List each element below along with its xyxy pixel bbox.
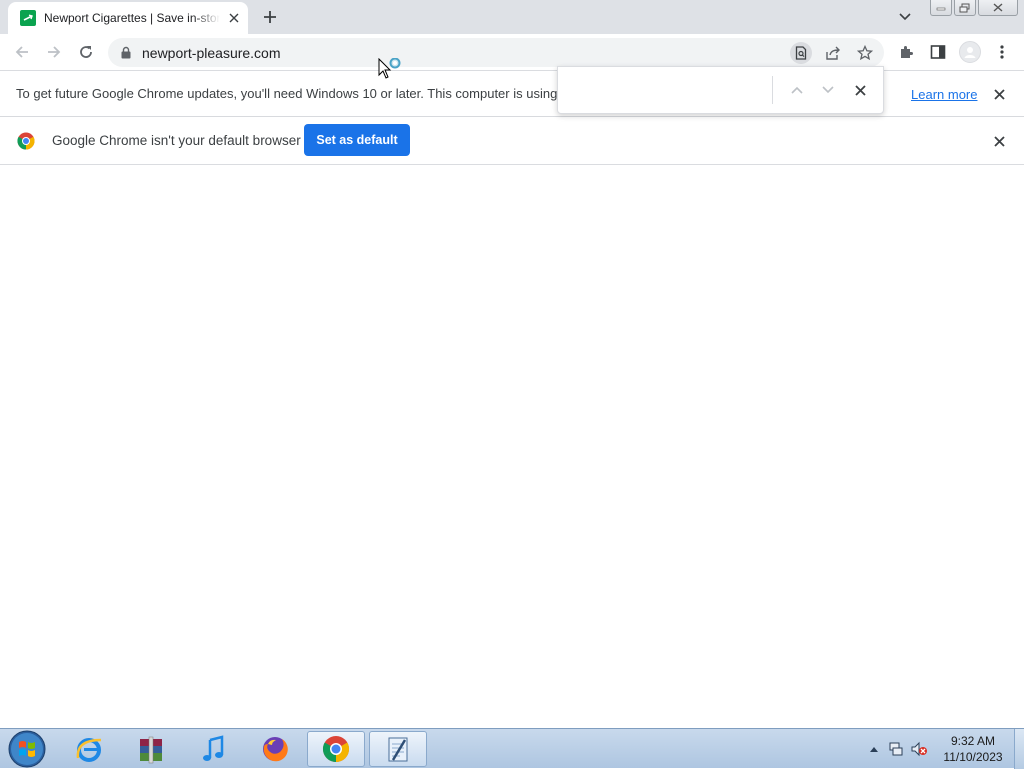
url-text[interactable]: newport-pleasure.com (142, 45, 281, 61)
forward-icon[interactable] (42, 40, 66, 64)
tab-close-icon[interactable] (226, 10, 242, 26)
page-content (0, 165, 1024, 728)
share-icon[interactable] (822, 42, 844, 64)
find-in-page-icon[interactable] (790, 42, 812, 64)
find-divider (772, 76, 773, 104)
find-bar (557, 66, 884, 114)
taskbar-winrar-icon[interactable] (122, 731, 180, 767)
restore-button[interactable] (954, 0, 976, 16)
tab-search-chevron-icon[interactable] (896, 8, 914, 26)
update-message: To get future Google Chrome updates, you… (16, 86, 558, 101)
taskbar-firefox-icon[interactable] (246, 731, 304, 767)
default-browser-close-icon[interactable] (991, 133, 1007, 149)
window-controls (930, 0, 1018, 16)
chrome-logo-icon (17, 132, 35, 150)
taskbar-notepad-icon[interactable] (369, 731, 427, 767)
profile-icon[interactable] (959, 41, 981, 63)
address-bar[interactable]: newport-pleasure.com (108, 38, 884, 67)
find-input[interactable] (568, 79, 768, 101)
network-icon[interactable] (888, 741, 904, 757)
default-browser-infobar: Google Chrome isn't your default browser… (0, 117, 1024, 165)
volume-muted-icon[interactable] (910, 741, 928, 757)
show-desktop-button[interactable] (1014, 729, 1024, 769)
bookmark-star-icon[interactable] (854, 42, 876, 64)
lock-icon[interactable] (120, 46, 132, 59)
side-panel-icon[interactable] (928, 42, 948, 62)
reload-icon[interactable] (74, 40, 98, 64)
busy-cursor-icon (378, 57, 404, 82)
set-as-default-button[interactable]: Set as default (304, 124, 410, 156)
back-icon[interactable] (10, 40, 34, 64)
system-tray (868, 729, 928, 769)
browser-tab[interactable]: Newport Cigarettes | Save in-store (8, 2, 248, 34)
taskbar: 9:32 AM 11/10/2023 (0, 728, 1024, 769)
tab-title: Newport Cigarettes | Save in-store (44, 11, 220, 25)
update-infobar-close-icon[interactable] (991, 86, 1007, 102)
newport-favicon-icon (20, 10, 36, 26)
taskbar-chrome-icon[interactable] (307, 731, 365, 767)
clock-date: 11/10/2023 (943, 750, 1003, 764)
start-button[interactable] (5, 730, 49, 768)
window-close-button[interactable] (978, 0, 1018, 16)
taskbar-clock[interactable]: 9:32 AM 11/10/2023 (940, 733, 1006, 765)
new-tab-button[interactable] (260, 7, 280, 27)
minimize-button[interactable] (930, 0, 952, 16)
taskbar-internet-explorer-icon[interactable] (60, 731, 118, 767)
default-browser-message: Google Chrome isn't your default browser (52, 133, 301, 148)
find-previous-icon[interactable] (788, 81, 806, 99)
extensions-icon[interactable] (896, 42, 916, 62)
taskbar-itunes-icon[interactable] (184, 731, 242, 767)
show-hidden-icons-icon[interactable] (868, 746, 880, 752)
learn-more-link[interactable]: Learn more (911, 87, 977, 102)
tab-strip: Newport Cigarettes | Save in-store (0, 0, 1024, 34)
find-next-icon[interactable] (819, 81, 837, 99)
find-close-icon[interactable] (851, 81, 869, 99)
menu-icon[interactable] (992, 42, 1012, 62)
clock-time: 9:32 AM (950, 734, 996, 748)
